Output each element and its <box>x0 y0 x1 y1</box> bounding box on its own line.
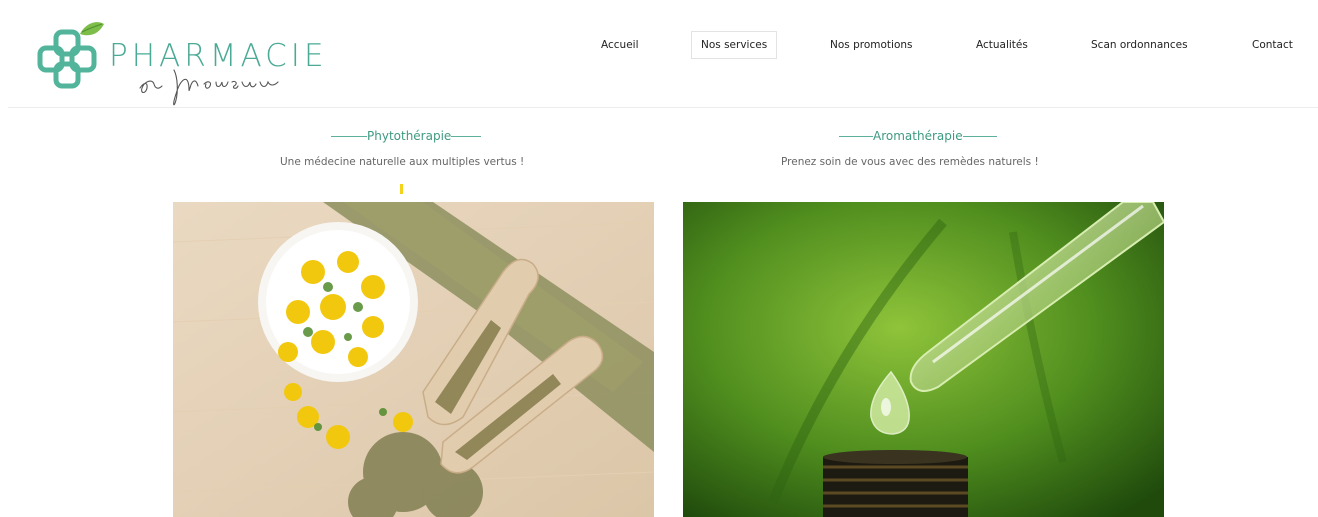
nav-item-nos-promotions[interactable]: Nos promotions <box>830 31 913 59</box>
title-line-left <box>839 135 873 137</box>
main-navigation: Accueil Nos services Nos promotions Actu… <box>0 31 1318 59</box>
accent-marker <box>400 184 403 194</box>
service-title-label: Phytothérapie <box>367 129 452 143</box>
title-line-right <box>451 135 482 137</box>
aromatherapie-image[interactable] <box>683 202 1164 517</box>
service-title-label: Aromathérapie <box>873 129 963 143</box>
nav-item-contact[interactable]: Contact <box>1252 31 1293 59</box>
phytotherapie-image[interactable] <box>173 202 654 517</box>
service-title-aromatherapie[interactable]: Aromathérapie <box>839 126 997 146</box>
site-header: PHARMACIE Accueil Nos services Nos promo… <box>0 0 1318 108</box>
nav-item-actualites[interactable]: Actualités <box>976 31 1028 59</box>
pharmacy-logo[interactable]: PHARMACIE <box>36 14 324 106</box>
herbal-flowers-photo <box>173 202 654 517</box>
service-subtitle-phytotherapie: Une médecine naturelle aux multiples ver… <box>280 156 525 168</box>
nav-item-accueil[interactable]: Accueil <box>601 31 639 59</box>
header-divider <box>8 107 1318 108</box>
nav-item-nos-services[interactable]: Nos services <box>691 31 778 59</box>
title-line-right <box>962 135 997 137</box>
service-subtitle-aromatherapie: Prenez soin de vous avec des remèdes nat… <box>781 156 1039 168</box>
service-title-phytotherapie[interactable]: Phytothérapie <box>331 126 482 146</box>
essential-oil-dropper-photo <box>683 202 1164 517</box>
title-line-left <box>331 135 367 137</box>
nav-item-scan-ordonnances[interactable]: Scan ordonnances <box>1091 31 1188 59</box>
